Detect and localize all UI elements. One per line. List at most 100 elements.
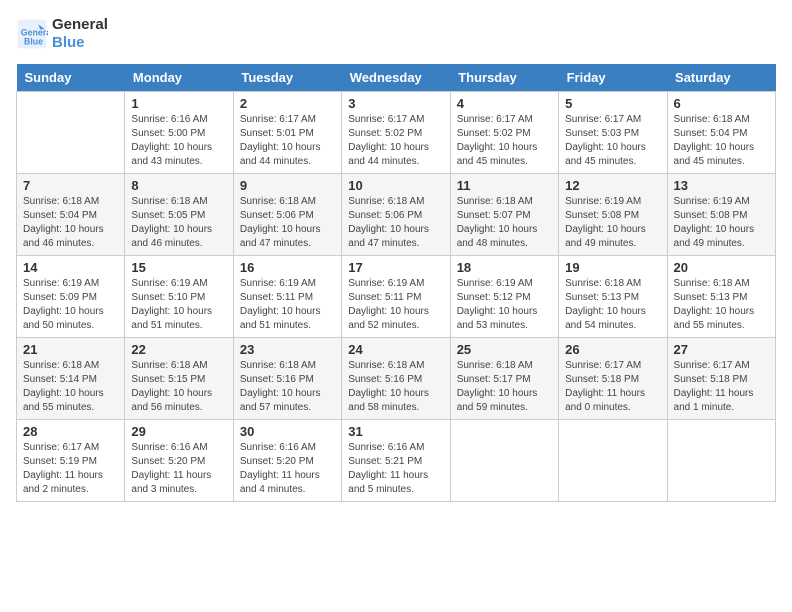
day-info: Sunrise: 6:18 AM Sunset: 5:13 PM Dayligh… (674, 277, 769, 333)
day-number: 18 (457, 260, 552, 275)
logo-text-blue: Blue (52, 34, 108, 52)
calendar-cell: 11Sunrise: 6:18 AM Sunset: 5:07 PM Dayli… (450, 174, 558, 256)
day-number: 24 (348, 342, 443, 357)
day-number: 6 (674, 96, 769, 111)
day-number: 15 (131, 260, 226, 275)
calendar-cell: 16 Sunrise: 6:19 AM Sunset: 5:11 PM Dayli… (233, 256, 341, 338)
day-number: 17 (348, 260, 443, 275)
day-info: Sunrise: 6:19 AM Sunset: 5:11 PM Dayligh… (348, 277, 443, 333)
logo-text-general: General (52, 16, 108, 34)
day-info: Sunrise: 6:18 AM Sunset: 5:16 PM Dayligh… (348, 359, 443, 415)
day-info: Sunrise: 6:17 AM Sunset: 5:02 PM Dayligh… (457, 113, 552, 169)
calendar-cell: 28Sunrise: 6:17 AM Sunset: 5:19 PM Dayli… (17, 420, 125, 502)
day-number: 9 (240, 178, 335, 193)
day-info: Sunrise: 6:18 AM Sunset: 5:06 PM Dayligh… (240, 195, 335, 251)
calendar-cell: 2 Sunrise: 6:17 AM Sunset: 5:01 PM Daylig… (233, 92, 341, 174)
week-row-2: 7 Sunrise: 6:18 AM Sunset: 5:04 PM Daylig… (17, 174, 776, 256)
calendar-cell: 13Sunrise: 6:19 AM Sunset: 5:08 PM Dayli… (667, 174, 775, 256)
day-info: Sunrise: 6:17 AM Sunset: 5:03 PM Dayligh… (565, 113, 660, 169)
calendar-cell: 30 Sunrise: 6:16 AM Sunset: 5:20 PM Dayli… (233, 420, 341, 502)
day-number: 21 (23, 342, 118, 357)
calendar-cell: 31 Sunrise: 6:16 AM Sunset: 5:21 PM Dayli… (342, 420, 450, 502)
day-info: Sunrise: 6:19 AM Sunset: 5:10 PM Dayligh… (131, 277, 226, 333)
day-number: 16 (240, 260, 335, 275)
svg-text:Blue: Blue (24, 36, 43, 46)
calendar-cell: 9 Sunrise: 6:18 AM Sunset: 5:06 PM Daylig… (233, 174, 341, 256)
day-info: Sunrise: 6:17 AM Sunset: 5:18 PM Dayligh… (565, 359, 660, 415)
header-sunday: Sunday (17, 64, 125, 92)
day-number: 30 (240, 424, 335, 439)
day-info: Sunrise: 6:16 AM Sunset: 5:20 PM Dayligh… (131, 441, 226, 497)
week-row-1: 1 Sunrise: 6:16 AM Sunset: 5:00 PM Daylig… (17, 92, 776, 174)
day-info: Sunrise: 6:18 AM Sunset: 5:04 PM Dayligh… (674, 113, 769, 169)
day-number: 25 (457, 342, 552, 357)
day-info: Sunrise: 6:18 AM Sunset: 5:04 PM Dayligh… (23, 195, 118, 251)
day-number: 2 (240, 96, 335, 111)
week-row-4: 21 Sunrise: 6:18 AM Sunset: 5:14 PM Dayli… (17, 338, 776, 420)
day-number: 3 (348, 96, 443, 111)
day-info: Sunrise: 6:17 AM Sunset: 5:18 PM Dayligh… (674, 359, 769, 415)
day-info: Sunrise: 6:18 AM Sunset: 5:05 PM Dayligh… (131, 195, 226, 251)
day-info: Sunrise: 6:19 AM Sunset: 5:11 PM Dayligh… (240, 277, 335, 333)
calendar-cell: 25 Sunrise: 6:18 AM Sunset: 5:17 PM Dayli… (450, 338, 558, 420)
day-info: Sunrise: 6:16 AM Sunset: 5:20 PM Dayligh… (240, 441, 335, 497)
day-number: 19 (565, 260, 660, 275)
calendar-cell: 18Sunrise: 6:19 AM Sunset: 5:12 PM Dayli… (450, 256, 558, 338)
calendar-cell: 5 Sunrise: 6:17 AM Sunset: 5:03 PM Daylig… (559, 92, 667, 174)
day-info: Sunrise: 6:17 AM Sunset: 5:02 PM Dayligh… (348, 113, 443, 169)
calendar-cell: 24 Sunrise: 6:18 AM Sunset: 5:16 PM Dayli… (342, 338, 450, 420)
day-info: Sunrise: 6:17 AM Sunset: 5:01 PM Dayligh… (240, 113, 335, 169)
day-number: 22 (131, 342, 226, 357)
header-tuesday: Tuesday (233, 64, 341, 92)
header: General Blue General Blue (16, 16, 776, 52)
day-number: 29 (131, 424, 226, 439)
calendar-cell: 21 Sunrise: 6:18 AM Sunset: 5:14 PM Dayli… (17, 338, 125, 420)
calendar-cell: 29 Sunrise: 6:16 AM Sunset: 5:20 PM Dayli… (125, 420, 233, 502)
day-number: 7 (23, 178, 118, 193)
day-number: 27 (674, 342, 769, 357)
calendar-cell: 1 Sunrise: 6:16 AM Sunset: 5:00 PM Daylig… (125, 92, 233, 174)
day-info: Sunrise: 6:18 AM Sunset: 5:15 PM Dayligh… (131, 359, 226, 415)
calendar-cell: 17 Sunrise: 6:19 AM Sunset: 5:11 PM Dayli… (342, 256, 450, 338)
day-number: 28 (23, 424, 118, 439)
calendar-cell: 14 Sunrise: 6:19 AM Sunset: 5:09 PM Dayli… (17, 256, 125, 338)
calendar-cell: 27 Sunrise: 6:17 AM Sunset: 5:18 PM Dayli… (667, 338, 775, 420)
day-info: Sunrise: 6:16 AM Sunset: 5:00 PM Dayligh… (131, 113, 226, 169)
calendar-cell (17, 92, 125, 174)
header-thursday: Thursday (450, 64, 558, 92)
calendar-cell: 8 Sunrise: 6:18 AM Sunset: 5:05 PM Daylig… (125, 174, 233, 256)
calendar-header-row: SundayMondayTuesdayWednesdayThursdayFrid… (17, 64, 776, 92)
header-saturday: Saturday (667, 64, 775, 92)
day-number: 26 (565, 342, 660, 357)
calendar-cell (559, 420, 667, 502)
day-number: 1 (131, 96, 226, 111)
day-number: 12 (565, 178, 660, 193)
calendar-cell: 20 Sunrise: 6:18 AM Sunset: 5:13 PM Dayli… (667, 256, 775, 338)
day-info: Sunrise: 6:18 AM Sunset: 5:06 PM Dayligh… (348, 195, 443, 251)
day-info: Sunrise: 6:19 AM Sunset: 5:09 PM Dayligh… (23, 277, 118, 333)
calendar-cell: 7 Sunrise: 6:18 AM Sunset: 5:04 PM Daylig… (17, 174, 125, 256)
day-number: 10 (348, 178, 443, 193)
day-number: 4 (457, 96, 552, 111)
day-number: 14 (23, 260, 118, 275)
day-info: Sunrise: 6:19 AM Sunset: 5:08 PM Dayligh… (565, 195, 660, 251)
day-number: 8 (131, 178, 226, 193)
day-info: Sunrise: 6:19 AM Sunset: 5:08 PM Dayligh… (674, 195, 769, 251)
day-info: Sunrise: 6:18 AM Sunset: 5:17 PM Dayligh… (457, 359, 552, 415)
calendar-table: SundayMondayTuesdayWednesdayThursdayFrid… (16, 64, 776, 502)
day-info: Sunrise: 6:18 AM Sunset: 5:14 PM Dayligh… (23, 359, 118, 415)
day-number: 11 (457, 178, 552, 193)
calendar-cell: 15 Sunrise: 6:19 AM Sunset: 5:10 PM Dayli… (125, 256, 233, 338)
header-wednesday: Wednesday (342, 64, 450, 92)
calendar-cell: 22 Sunrise: 6:18 AM Sunset: 5:15 PM Dayli… (125, 338, 233, 420)
day-number: 20 (674, 260, 769, 275)
calendar-cell (667, 420, 775, 502)
day-info: Sunrise: 6:16 AM Sunset: 5:21 PM Dayligh… (348, 441, 443, 497)
day-number: 5 (565, 96, 660, 111)
calendar-cell: 3 Sunrise: 6:17 AM Sunset: 5:02 PM Daylig… (342, 92, 450, 174)
day-number: 31 (348, 424, 443, 439)
calendar-cell: 6 Sunrise: 6:18 AM Sunset: 5:04 PM Daylig… (667, 92, 775, 174)
week-row-5: 28Sunrise: 6:17 AM Sunset: 5:19 PM Dayli… (17, 420, 776, 502)
day-info: Sunrise: 6:18 AM Sunset: 5:16 PM Dayligh… (240, 359, 335, 415)
logo-icon: General Blue (16, 18, 48, 50)
